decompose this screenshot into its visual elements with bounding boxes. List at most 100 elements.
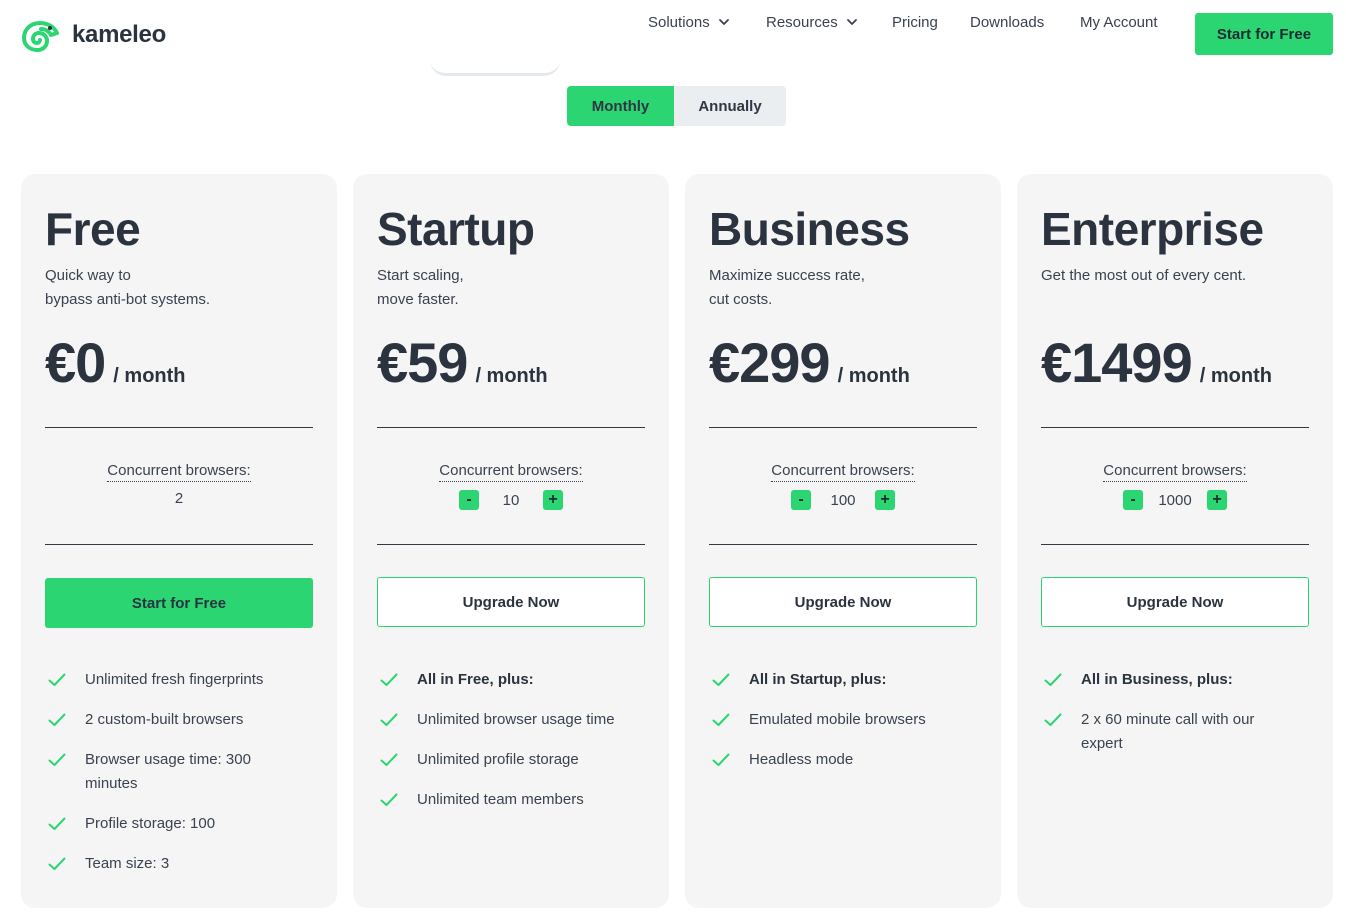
price-period: / month bbox=[1199, 365, 1272, 387]
divider bbox=[1041, 544, 1309, 545]
check-icon bbox=[48, 817, 66, 830]
check-icon bbox=[48, 673, 66, 686]
chevron-down-icon bbox=[846, 19, 857, 25]
check-icon bbox=[712, 753, 730, 766]
nav-solutions-label: Solutions bbox=[648, 13, 710, 31]
feature-item: Emulated mobile browsers bbox=[709, 708, 977, 732]
divider bbox=[377, 427, 645, 428]
check-icon bbox=[712, 713, 730, 726]
plan-description-line: Start scaling, bbox=[377, 267, 464, 284]
check-icon bbox=[380, 713, 398, 726]
feature-text: Emulated mobile browsers bbox=[749, 711, 926, 728]
feature-text: 2 x 60 minute call with our expert bbox=[1081, 711, 1255, 752]
decrease-browsers-button[interactable]: - bbox=[459, 490, 479, 510]
feature-item: Unlimited fresh fingerprints bbox=[45, 668, 313, 692]
decrease-browsers-button[interactable]: - bbox=[1123, 490, 1143, 510]
feature-item: 2 x 60 minute call with our expert bbox=[1041, 708, 1309, 756]
price-period: / month bbox=[113, 365, 186, 387]
feature-text: 2 custom-built browsers bbox=[85, 711, 244, 728]
nav-pricing[interactable]: Pricing bbox=[892, 14, 938, 31]
check-icon bbox=[48, 713, 66, 726]
feature-item: Unlimited browser usage time bbox=[377, 708, 645, 732]
concurrent-browsers-stepper: - 100 + bbox=[709, 490, 977, 510]
divider bbox=[709, 544, 977, 545]
start-for-free-button[interactable]: Start for Free bbox=[45, 578, 313, 628]
feature-text: Unlimited team members bbox=[417, 791, 584, 808]
start-for-free-header-button[interactable]: Start for Free bbox=[1195, 13, 1333, 55]
price-period: / month bbox=[837, 365, 910, 387]
billing-monthly-option[interactable]: Monthly bbox=[567, 86, 674, 126]
check-icon bbox=[48, 857, 66, 870]
concurrent-browsers-label[interactable]: Concurrent browsers: bbox=[377, 462, 645, 482]
plan-price: €299 / month bbox=[709, 330, 910, 395]
concurrent-browsers-label[interactable]: Concurrent browsers: bbox=[45, 462, 313, 482]
feature-text: Headless mode bbox=[749, 751, 854, 768]
feature-text: Browser usage time: 300 minutes bbox=[85, 751, 251, 792]
plan-card-startup: Startup Start scaling, move faster. €59 … bbox=[353, 174, 669, 908]
concurrent-browsers-count: 10 bbox=[502, 491, 520, 509]
price-amount: €299 bbox=[709, 331, 831, 394]
divider bbox=[709, 427, 977, 428]
concurrent-browsers-stepper: - 1000 + bbox=[1041, 490, 1309, 510]
concurrent-browsers-label[interactable]: Concurrent browsers: bbox=[709, 462, 977, 482]
upgrade-now-button[interactable]: Upgrade Now bbox=[1041, 577, 1309, 627]
check-icon bbox=[380, 753, 398, 766]
feature-text: Unlimited fresh fingerprints bbox=[85, 671, 264, 688]
plan-price: €59 / month bbox=[377, 330, 548, 395]
plan-description: Get the most out of every cent. bbox=[1041, 264, 1301, 288]
feature-text: Unlimited profile storage bbox=[417, 751, 579, 768]
feature-text: All in Business, plus: bbox=[1081, 671, 1233, 688]
plan-description-line: move faster. bbox=[377, 291, 459, 308]
plan-description: Start scaling, move faster. bbox=[377, 264, 637, 312]
increase-browsers-button[interactable]: + bbox=[1207, 490, 1227, 510]
concurrent-browsers-count: 100 bbox=[830, 491, 856, 509]
nav-resources[interactable]: Resources bbox=[766, 14, 858, 31]
feature-item: Browser usage time: 300 minutes bbox=[45, 748, 313, 796]
decrease-browsers-button[interactable]: - bbox=[791, 490, 811, 510]
plan-description-line: bypass anti-bot systems. bbox=[45, 291, 211, 308]
plan-card-enterprise: Enterprise Get the most out of every cen… bbox=[1017, 174, 1333, 908]
upgrade-now-button[interactable]: Upgrade Now bbox=[709, 577, 977, 627]
plan-description-line: Quick way to bbox=[45, 267, 131, 284]
plan-card-business: Business Maximize success rate, cut cost… bbox=[685, 174, 1001, 908]
decorative-arc bbox=[430, 60, 560, 76]
feature-text: All in Free, plus: bbox=[417, 671, 534, 688]
feature-item: Unlimited team members bbox=[377, 788, 645, 812]
plan-price: €1499 / month bbox=[1041, 330, 1272, 395]
divider bbox=[1041, 427, 1309, 428]
feature-text: Unlimited browser usage time bbox=[417, 711, 615, 728]
plan-description-line: Maximize success rate, bbox=[709, 267, 865, 284]
brand-name: kameleo bbox=[72, 21, 166, 48]
check-icon bbox=[380, 673, 398, 686]
price-period: / month bbox=[475, 365, 548, 387]
plan-name: Business bbox=[709, 203, 910, 255]
concurrent-browsers-label-text: Concurrent browsers: bbox=[439, 462, 583, 482]
check-icon bbox=[1044, 673, 1062, 686]
concurrent-browsers-label[interactable]: Concurrent browsers: bbox=[1041, 462, 1309, 482]
feature-item: Headless mode bbox=[709, 748, 977, 772]
nav-my-account[interactable]: My Account bbox=[1080, 14, 1158, 31]
concurrent-browsers-value: 2 bbox=[45, 490, 313, 507]
chevron-down-icon bbox=[718, 19, 729, 25]
feature-item: All in Business, plus: bbox=[1041, 668, 1309, 692]
plan-card-free: Free Quick way to bypass anti-bot system… bbox=[21, 174, 337, 908]
concurrent-browsers-label-text: Concurrent browsers: bbox=[107, 462, 251, 482]
billing-annually-option[interactable]: Annually bbox=[674, 86, 786, 126]
brand-logo[interactable]: kameleo bbox=[20, 17, 166, 53]
concurrent-browsers-label-text: Concurrent browsers: bbox=[1103, 462, 1247, 482]
nav-resources-label: Resources bbox=[766, 13, 838, 31]
check-icon bbox=[712, 673, 730, 686]
increase-browsers-button[interactable]: + bbox=[543, 490, 563, 510]
plan-name: Startup bbox=[377, 203, 535, 255]
plan-description: Maximize success rate, cut costs. bbox=[709, 264, 969, 312]
concurrent-browsers-count: 1000 bbox=[1158, 491, 1192, 509]
feature-item: Profile storage: 100 bbox=[45, 812, 313, 836]
nav-solutions[interactable]: Solutions bbox=[648, 14, 730, 31]
plan-name: Free bbox=[45, 203, 141, 255]
upgrade-now-button[interactable]: Upgrade Now bbox=[377, 577, 645, 627]
feature-text: Team size: 3 bbox=[85, 855, 170, 872]
price-amount: €59 bbox=[377, 331, 468, 394]
nav-downloads[interactable]: Downloads bbox=[970, 14, 1044, 31]
increase-browsers-button[interactable]: + bbox=[875, 490, 895, 510]
concurrent-browsers-stepper: - 10 + bbox=[377, 490, 645, 510]
